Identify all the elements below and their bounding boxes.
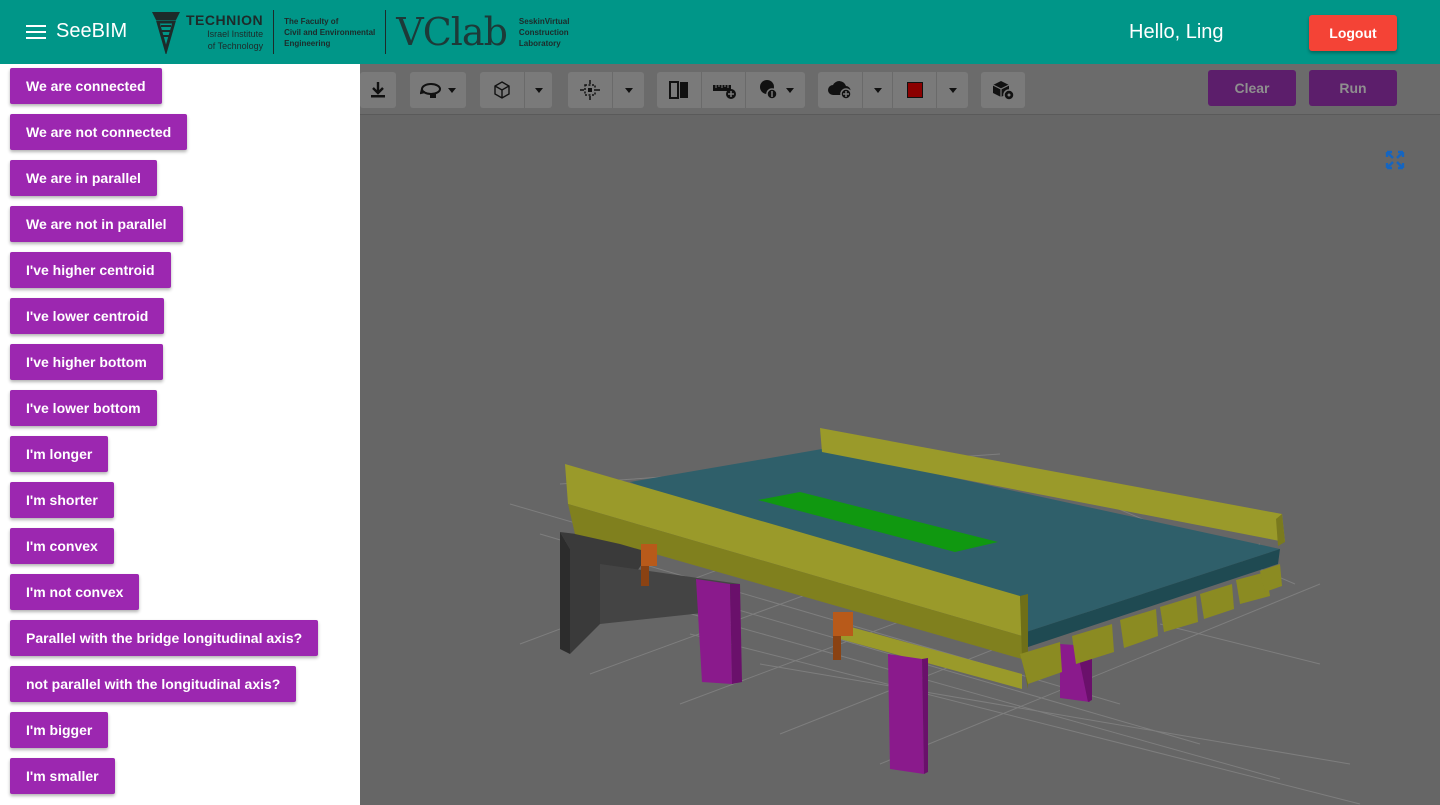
- girder-end: [1276, 514, 1285, 546]
- query-button-bigger[interactable]: I'm bigger: [10, 712, 109, 748]
- measure-icon: [712, 85, 736, 99]
- chevron-down-icon: [624, 87, 633, 93]
- cube-view-icon: [494, 81, 510, 99]
- partner-logos: TECHNION Israel Institute of Technology …: [150, 6, 569, 58]
- chevron-down-icon: [534, 87, 543, 93]
- query-sidebar: We are connected We are not connected We…: [0, 64, 360, 805]
- user-greeting: Hello, Ling: [1129, 21, 1224, 43]
- orbit-icon: [420, 83, 441, 98]
- clear-button[interactable]: Clear: [1208, 70, 1296, 106]
- pier[interactable]: [696, 579, 742, 684]
- query-button-parallel-bridge-axis[interactable]: Parallel with the bridge longitudinal ax…: [10, 620, 319, 656]
- query-button-higher-centroid[interactable]: I've higher centroid: [10, 252, 171, 288]
- query-button-smaller[interactable]: I'm smaller: [10, 758, 115, 794]
- bridge-model-canvas[interactable]: [360, 64, 1440, 805]
- viewer-toolbar: Clear Run: [360, 64, 1440, 115]
- cloud-add-icon: [828, 81, 852, 100]
- query-button-lower-centroid[interactable]: I've lower centroid: [10, 298, 165, 334]
- color-group: [818, 72, 968, 108]
- logout-button[interactable]: Logout: [1309, 15, 1397, 51]
- cube-view-button[interactable]: [480, 72, 524, 108]
- color-swatch-button[interactable]: [892, 72, 936, 108]
- tools-group: [657, 72, 805, 108]
- view-cube-group: [480, 72, 552, 108]
- pier[interactable]: [888, 654, 928, 774]
- section-button[interactable]: [657, 72, 701, 108]
- chevron-down-icon: [873, 87, 882, 93]
- app-title: SeeBIM: [56, 20, 128, 42]
- query-button-not-convex[interactable]: I'm not convex: [10, 574, 140, 610]
- query-button-parallel[interactable]: We are in parallel: [10, 160, 157, 196]
- query-button-not-connected[interactable]: We are not connected: [10, 114, 188, 150]
- explode-icon: [759, 80, 778, 100]
- seskin-wordmark: SeskinVirtual Construction Laboratory: [518, 16, 570, 48]
- query-button-convex[interactable]: I'm convex: [10, 528, 114, 564]
- chevron-down-icon: [448, 87, 456, 93]
- chevron-down-icon: [785, 87, 794, 93]
- vclab-logo: VClab: [396, 10, 508, 54]
- explode-button[interactable]: [745, 72, 805, 108]
- orbit-button[interactable]: [410, 72, 466, 108]
- logo-divider: [385, 10, 387, 54]
- section-icon: [669, 81, 688, 99]
- focus-button[interactable]: [568, 72, 612, 108]
- query-button-shorter[interactable]: I'm shorter: [10, 482, 114, 518]
- model-settings-button[interactable]: [981, 72, 1025, 108]
- focus-dropdown[interactable]: [612, 72, 644, 108]
- query-button-not-parallel[interactable]: We are not in parallel: [10, 206, 183, 242]
- focus-group: [568, 72, 644, 108]
- menu-icon[interactable]: [26, 25, 46, 39]
- download-icon: [371, 82, 385, 98]
- focus-icon: [580, 80, 600, 100]
- cloud-add-button[interactable]: [818, 72, 862, 108]
- fullscreen-icon[interactable]: [1385, 150, 1405, 170]
- query-button-connected[interactable]: We are connected: [10, 68, 162, 104]
- run-button[interactable]: Run: [1309, 70, 1397, 106]
- app-header: SeeBIM TECHNION Israel Institute of Tech…: [0, 0, 1440, 64]
- orbit-group: [410, 72, 466, 108]
- chevron-down-icon: [948, 87, 957, 93]
- bim-viewer[interactable]: Clear Run: [360, 64, 1440, 805]
- measure-button[interactable]: [701, 72, 745, 108]
- download-group: [360, 72, 396, 108]
- bearing[interactable]: [833, 612, 853, 660]
- query-button-longer[interactable]: I'm longer: [10, 436, 109, 472]
- model-settings-icon: [992, 81, 1015, 101]
- faculty-wordmark: The Faculty of Civil and Environmental E…: [284, 16, 376, 48]
- technion-emblem-icon: [152, 12, 180, 54]
- color-swatch-icon: [906, 82, 923, 98]
- query-button-not-parallel-axis[interactable]: not parallel with the longitudinal axis?: [10, 666, 297, 702]
- query-button-lower-bottom[interactable]: I've lower bottom: [10, 390, 157, 426]
- query-button-higher-bottom[interactable]: I've higher bottom: [10, 344, 163, 380]
- cube-view-dropdown[interactable]: [524, 72, 552, 108]
- download-button[interactable]: [360, 72, 396, 108]
- logo-divider: [273, 10, 275, 54]
- cloud-dropdown[interactable]: [862, 72, 892, 108]
- color-dropdown[interactable]: [936, 72, 968, 108]
- technion-wordmark: TECHNION Israel Institute of Technology: [186, 12, 264, 51]
- model-settings-group: [981, 72, 1025, 108]
